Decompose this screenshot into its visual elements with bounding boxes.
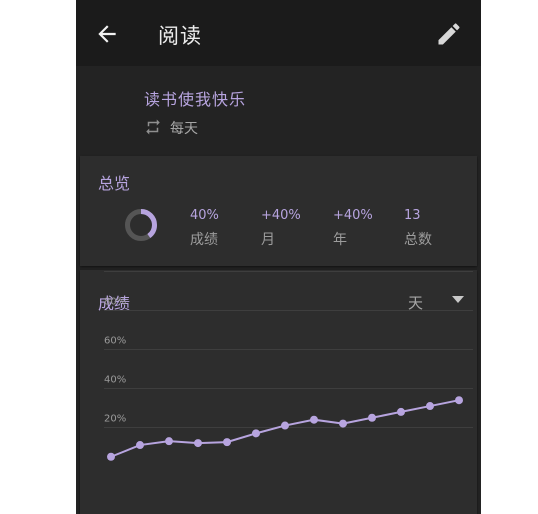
data-point (368, 413, 376, 422)
stat-score: 40% 成绩 (190, 208, 219, 249)
overview-card: 总览 40% 成绩 +40% 月 +40% 年 13 总数 (80, 156, 477, 266)
data-point (107, 452, 115, 461)
data-point (252, 429, 260, 438)
score-ring-chart (125, 209, 157, 241)
stat-total: 13 总数 (404, 208, 432, 249)
stat-year: +40% 年 (333, 208, 373, 249)
stat-month: +40% 月 (261, 208, 301, 249)
data-point (455, 396, 463, 405)
data-point (136, 441, 144, 450)
edit-pencil-icon[interactable] (435, 20, 463, 48)
page-title: 阅读 (158, 24, 202, 48)
app-bar: 阅读 (76, 0, 481, 66)
score-line-chart: 100%80%60%40%20% (104, 271, 473, 461)
y-tick-label: 20% (104, 414, 126, 425)
habit-frequency: 每天 (170, 121, 198, 137)
data-point (194, 439, 202, 448)
data-point (223, 438, 231, 447)
overview-title: 总览 (98, 174, 131, 193)
stat-year-label: 年 (333, 232, 347, 248)
habit-name: 读书使我快乐 (144, 90, 247, 109)
stat-score-label: 成绩 (190, 232, 218, 248)
phone-screen: 阅读 读书使我快乐 每天 总览 40% 成绩 +40% 月 +40% 年 13 (76, 0, 481, 514)
back-arrow-icon[interactable] (94, 21, 120, 47)
stat-month-label: 月 (261, 232, 275, 248)
data-point (165, 437, 173, 446)
stat-total-label: 总数 (404, 232, 432, 248)
y-tick-label: 80% (104, 297, 126, 308)
stat-score-value: 40% (190, 208, 219, 223)
data-point (281, 421, 289, 430)
stat-month-value: +40% (261, 208, 301, 223)
stat-total-value: 13 (404, 208, 421, 223)
score-card: 成绩 天 100%80%60%40%20% (80, 270, 477, 514)
data-point (310, 415, 318, 424)
data-point (397, 407, 405, 416)
y-tick-label: 40% (104, 375, 126, 386)
habit-header: 读书使我快乐 每天 (76, 66, 481, 154)
data-point (426, 402, 434, 411)
stat-year-value: +40% (333, 208, 373, 223)
data-point (339, 419, 347, 428)
y-tick-label: 60% (104, 336, 126, 347)
repeat-icon (146, 119, 160, 135)
